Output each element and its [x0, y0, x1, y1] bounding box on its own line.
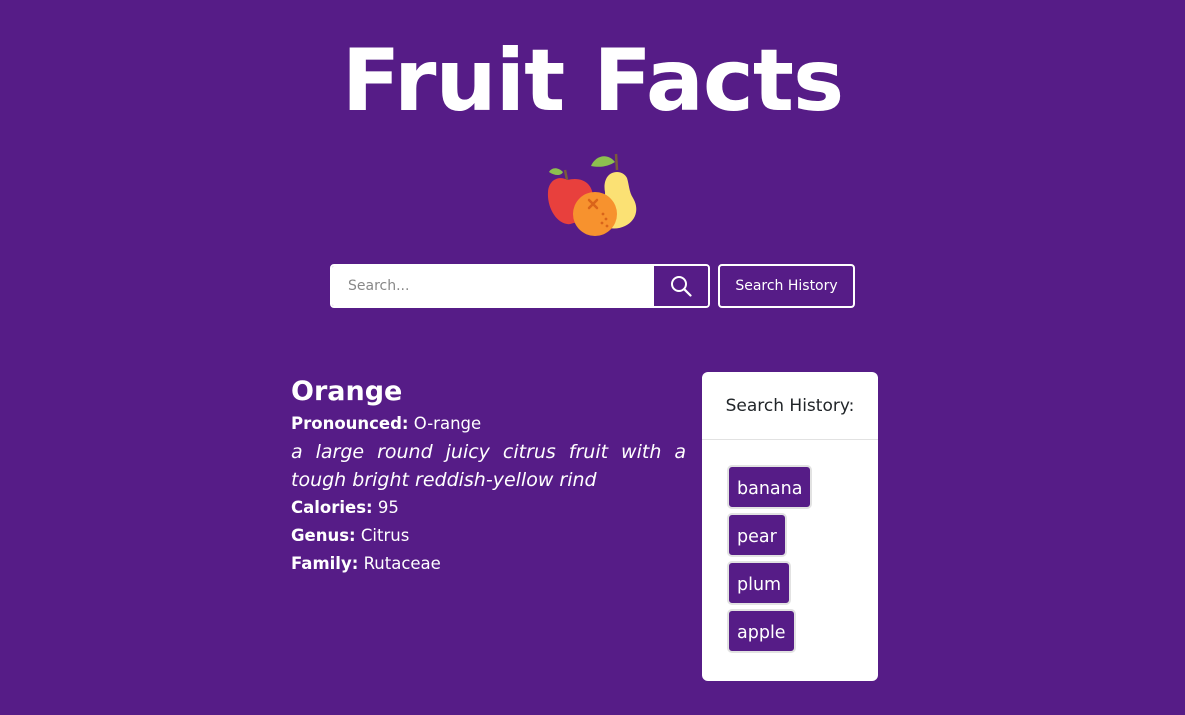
search-icon: [671, 276, 692, 297]
search-input[interactable]: [332, 266, 652, 306]
search-history-list: banana pear plum apple: [702, 440, 878, 653]
page-title: Fruit Facts: [341, 31, 844, 131]
fruit-name: Orange: [291, 376, 403, 407]
genus-row: Genus: Citrus: [291, 522, 686, 550]
search-bar: [330, 264, 710, 308]
genus-label: Genus:: [291, 526, 356, 545]
family-label: Family:: [291, 554, 359, 573]
family-row: Family: Rutaceae: [291, 550, 686, 578]
fruit-details: Orange Pronounced: O-range a large round…: [291, 374, 686, 578]
fruit-description: a large round juicy citrus fruit with a …: [291, 441, 686, 491]
history-item[interactable]: apple: [727, 609, 796, 653]
genus-value: Citrus: [360, 526, 410, 545]
history-item[interactable]: pear: [727, 513, 787, 557]
pronounced-label: Pronounced:: [291, 414, 409, 433]
history-item[interactable]: banana: [727, 465, 813, 509]
search-button[interactable]: [652, 266, 708, 306]
calories-label: Calories:: [291, 498, 373, 517]
calories-row: Calories: 95: [291, 494, 686, 522]
calories-value: 95: [377, 498, 399, 517]
search-history-button[interactable]: Search History: [718, 264, 855, 308]
search-history-panel: Search History: banana pear plum apple: [702, 372, 878, 681]
search-history-title: Search History:: [702, 372, 878, 440]
family-value: Rutaceae: [363, 554, 441, 573]
history-item[interactable]: plum: [727, 561, 792, 605]
pronounced-value: O-range: [413, 414, 482, 433]
pronounced-row: Pronounced: O-range: [291, 410, 686, 438]
fruit-basket-icon: [547, 153, 637, 236]
